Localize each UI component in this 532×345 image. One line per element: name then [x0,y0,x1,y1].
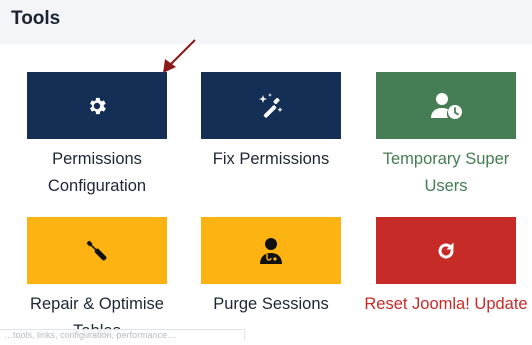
purge-sessions-button[interactable] [201,217,341,284]
reset-joomla-update-button[interactable] [376,217,516,284]
repair-optimise-tables-button[interactable] [27,217,167,284]
fix-permissions-button[interactable] [201,72,341,139]
permissions-configuration-button[interactable] [27,72,167,139]
section-title: Tools [11,8,61,29]
temporary-super-users-button[interactable] [376,72,516,139]
user-clock-icon [431,92,462,119]
gear-icon [90,97,106,114]
screwdriver-wrench-icon [86,240,107,260]
refresh-icon [438,242,454,258]
status-bar: …tools, links, configuration, performanc… [0,329,245,340]
permissions-configuration-label[interactable]: Permissions Configuration [12,146,182,200]
magic-wand-icon [259,92,283,118]
user-doctor-icon [260,237,282,264]
tools-header: Tools [0,0,532,44]
fix-permissions-label[interactable]: Fix Permissions [186,146,356,173]
purge-sessions-label[interactable]: Purge Sessions [186,291,356,318]
reset-joomla-update-label[interactable]: Reset Joomla! Update [361,291,531,318]
temporary-super-users-label[interactable]: Temporary Super Users [361,146,531,200]
